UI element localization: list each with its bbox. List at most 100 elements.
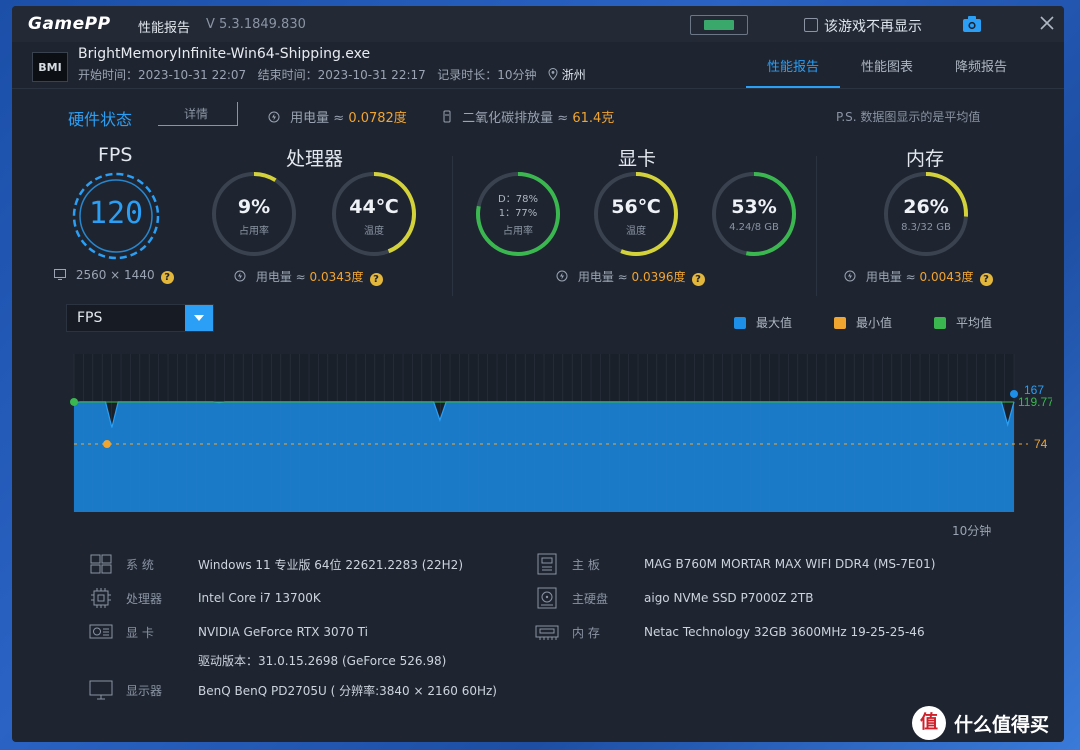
help-icon[interactable]: ? [691,273,705,286]
game-session-meta: 开始时间：2023-10-31 22:07 结束时间：2023-10-31 22… [78,66,586,83]
cpu-temp-label: 温度 [364,226,384,237]
metric-dropdown-button[interactable] [185,305,213,331]
gpu-power: 用电量 ≈ 0.0396度? [556,268,705,286]
gpu-driver-version: 驱动版本：31.0.15.2698 (GeForce 526.98) [198,654,447,668]
ram-label: 内 存 [572,625,600,640]
fps-chart: 167 119.77 74 [70,354,1052,512]
close-icon[interactable] [1038,14,1056,32]
avg-label: 119.77 [1018,395,1052,409]
fps-gauge: 120 [70,170,162,262]
details-button[interactable]: 详情 [158,102,238,126]
spec-monitor: 显示器 BenQ BenQ PD2705U ( 分辨率:3840 × 2160 … [88,678,497,702]
gpu-usage-d: D：78% [498,194,538,205]
help-icon[interactable]: ? [979,273,993,286]
min-label: 74 [1034,437,1048,451]
gpu-temp-value: 56℃ [611,196,661,218]
mini-mode-button[interactable] [690,15,748,35]
chevron-down-icon [194,315,204,321]
gpu-label: 显 卡 [126,625,154,640]
tab-performance-chart[interactable]: 性能图表 [840,42,934,88]
disk-label: 主硬盘 [572,591,609,606]
cpu-temp-gauge: 44℃ 温度 [330,170,418,258]
gpu-vram-gauge: 53% 4.24/8 GB [710,170,798,258]
help-icon[interactable]: ? [369,273,383,286]
no-show-checkbox[interactable] [804,18,818,32]
legend-avg: 平均值 [934,314,992,331]
gpu-value: NVIDIA GeForce RTX 3070 Ti [198,625,368,639]
gpu-temp-gauge: 56℃ 温度 [592,170,680,258]
os-value: Windows 11 专业版 64位 22621.2283 (22H2) [198,557,463,572]
cpu-usage-value: 9% [237,196,271,218]
fps-area [74,401,1014,512]
total-power-stat: 用电量 ≈ 0.0782度 [268,107,407,126]
legend-min-swatch [834,316,846,329]
camera-icon[interactable] [962,15,982,33]
spec-ram: 内 存 Netac Technology 32GB 3600MHz 19-25-… [534,620,925,644]
monitor-value: BenQ BenQ PD2705U ( 分辨率:3840 × 2160 60Hz… [198,683,497,698]
duration-label: 记录时长： [437,68,498,82]
spec-cpu: 处理器 Intel Core i7 13700K [88,586,321,610]
cpu-temp-value: 44℃ [349,196,399,218]
location: 浙州 [561,68,586,82]
tab-throttle-report[interactable]: 降频报告 [934,42,1028,88]
gpu-temp-label: 温度 [626,226,646,237]
motherboard-icon [537,553,557,575]
power-label: 用电量 ≈ [290,111,349,126]
carbon-stat: 二氧化碳排放量 ≈ 61.4克 [442,107,614,126]
avg-point [70,397,78,406]
watermark-badge: 值 [912,706,946,740]
cpu-icon [91,588,111,608]
help-icon[interactable]: ? [160,271,174,284]
ram-icon [535,625,559,640]
fps-resolution-value: 2560 × 1440 [75,268,155,282]
no-show-label: 该游戏不再显示 [824,19,922,35]
fps-value: 120 [88,196,144,231]
tab-performance-report[interactable]: 性能报告 [746,42,840,88]
fps-section-title: FPS [98,144,133,166]
performance-report-window: GamePP 性能报告 V 5.3.1849.830 该游戏不再显示 BMI B… [12,6,1064,742]
carbon-label: 二氧化碳排放量 ≈ [462,111,573,126]
gpu-vram-sub: 4.24/8 GB [729,222,779,233]
cpu-power-value: 0.0343度 [309,270,364,284]
mini-mode-icon [704,20,734,30]
top-tabs: 性能报告 性能图表 降频报告 [746,42,1028,88]
legend-max-swatch [734,316,746,329]
end-time-label: 结束时间： [257,68,318,82]
start-time: 2023-10-31 22:07 [138,68,247,82]
gpu-usage-1: 1：77% [498,208,538,219]
memory-usage-gauge: 26% 8.3/32 GB [882,170,970,258]
watermark: 值 什么值得买 [912,706,1049,740]
cpu-section-title: 处理器 [286,148,344,170]
watermark-text: 什么值得买 [954,713,1050,736]
location-pin-icon [548,67,558,81]
legend-max: 最大值 [734,314,792,331]
memory-power: 用电量 ≈ 0.0043度? [844,268,993,286]
power-icon [234,270,246,282]
title-bar: GamePP 性能报告 V 5.3.1849.830 该游戏不再显示 [12,6,1064,42]
gpu-section-title: 显卡 [618,148,657,170]
legend-min: 最小值 [834,314,892,331]
chart-time-label: 10分钟 [952,524,992,538]
memory-usage-sub: 8.3/32 GB [901,222,951,233]
monitor-label: 显示器 [126,683,163,698]
power-icon [556,270,568,282]
fps-resolution: 2560 × 1440? [54,268,174,284]
average-note: P.S. 数据图显示的是平均值 [836,110,981,124]
app-title: 性能报告 [138,21,191,36]
header-divider [12,88,1064,89]
windows-icon [90,554,112,574]
section-divider [816,156,817,296]
cpu-usage-label: 占用率 [239,226,269,237]
gpu-power-label: 用电量 ≈ [577,270,632,284]
ram-value: Netac Technology 32GB 3600MHz 19-25-25-4… [644,625,925,639]
cpu-value: Intel Core i7 13700K [198,591,321,605]
power-icon [268,111,280,123]
power-value: 0.0782度 [348,111,407,126]
memory-usage-value: 26% [903,196,949,218]
cpu-power-label: 用电量 ≈ [255,270,310,284]
metric-select[interactable]: FPS [66,304,214,332]
gpu-icon [89,624,113,639]
cpu-usage-gauge: 9% 占用率 [210,170,298,258]
min-point [103,440,111,449]
game-exe-name: BrightMemoryInfinite-Win64-Shipping.exe [78,46,371,62]
